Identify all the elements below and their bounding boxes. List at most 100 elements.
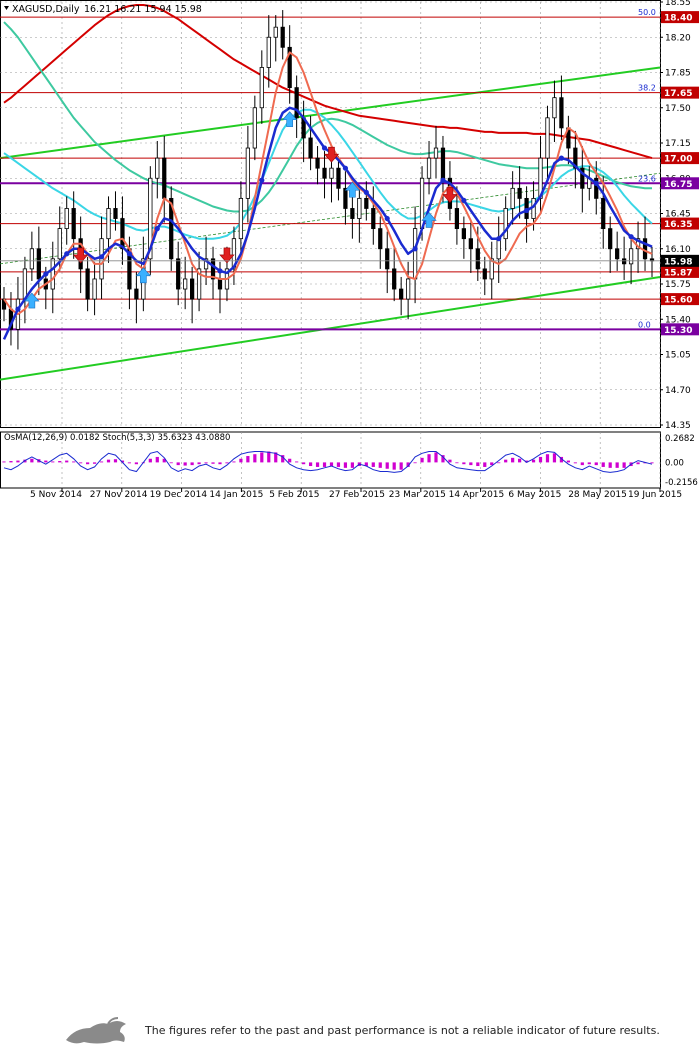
osma-bar xyxy=(127,462,132,464)
signal-dot xyxy=(217,268,223,274)
osma-bar xyxy=(531,459,536,463)
price-chart: 18.5518.2017.8517.5017.1516.8016.4516.10… xyxy=(0,0,699,500)
candle-body xyxy=(642,238,648,260)
candle-body xyxy=(399,288,404,300)
candle-body xyxy=(266,36,271,68)
osma-bar xyxy=(329,462,334,467)
price-tick-label: 17.85 xyxy=(665,69,691,79)
osma-bar xyxy=(65,460,69,463)
candle-body xyxy=(440,147,446,179)
bull-logo-icon xyxy=(66,1017,126,1044)
candle-body xyxy=(85,268,90,300)
candle-body xyxy=(454,208,460,230)
signal-dot xyxy=(593,180,599,186)
indicator-tick-label: 0.00 xyxy=(665,458,684,468)
candle-body xyxy=(294,87,299,119)
osma-bar xyxy=(58,461,62,463)
x-axis-label: 27 Nov 2014 xyxy=(90,490,148,500)
osma-bar xyxy=(9,461,13,463)
candle-body xyxy=(517,187,522,199)
osma-bar xyxy=(92,462,97,464)
candle-body xyxy=(29,248,34,270)
disclaimer-text: The figures refer to the past and past p… xyxy=(145,1024,660,1037)
osma-bar xyxy=(434,452,438,463)
osma-bar xyxy=(218,462,222,465)
level-label: 17.00 xyxy=(664,155,692,165)
candle-body xyxy=(412,228,418,280)
osma-bar xyxy=(253,454,257,463)
osma-bar xyxy=(636,462,640,465)
osma-bar xyxy=(587,462,591,465)
price-tick-label: 14.35 xyxy=(665,421,691,431)
price-tick-label: 18.20 xyxy=(665,33,691,43)
osma-bar xyxy=(267,451,271,463)
candle-body xyxy=(64,208,69,230)
osma-bar xyxy=(295,461,299,463)
osma-bar xyxy=(134,462,138,465)
level-label: 15.30 xyxy=(664,326,692,336)
signal-dot xyxy=(496,236,502,242)
osma-bar xyxy=(79,462,83,464)
osma-bar xyxy=(552,453,557,463)
candle-body xyxy=(357,197,362,219)
osma-bar xyxy=(260,452,264,463)
signal-dot xyxy=(259,177,265,183)
osma-bar xyxy=(190,462,194,466)
osma-bar xyxy=(497,462,501,464)
indicator-label: OsMA(12,26,9) 0.0182 Stoch(5,3,3) 35.632… xyxy=(4,433,230,443)
osma-bar xyxy=(601,462,605,467)
candle-body xyxy=(155,157,160,179)
osma-bar xyxy=(566,460,570,463)
candle-body xyxy=(217,278,223,290)
osma-bar xyxy=(476,462,480,467)
candle-body xyxy=(426,157,432,179)
osma-bar xyxy=(392,462,396,470)
x-axis-label: 28 May 2015 xyxy=(568,490,627,500)
level-label: 15.60 xyxy=(664,296,692,306)
osma-bar xyxy=(413,462,417,464)
osma-bar xyxy=(232,461,236,463)
osma-bar xyxy=(650,462,654,464)
osma-bar xyxy=(106,459,111,463)
osma-bar xyxy=(322,462,327,467)
candle-body xyxy=(461,228,466,240)
candle-body xyxy=(350,208,355,219)
osma-bar xyxy=(44,460,48,463)
signal-dot xyxy=(628,234,634,240)
osma-bar xyxy=(16,460,20,463)
osma-bar xyxy=(580,462,584,466)
osma-bar xyxy=(169,462,173,464)
signal-dot xyxy=(98,254,105,260)
signal-dot xyxy=(523,207,530,214)
osma-bar xyxy=(51,461,55,463)
signal-dot xyxy=(558,155,565,161)
chart-area: 18.5518.2017.8517.5017.1516.8016.4516.10… xyxy=(0,0,700,552)
candle-body xyxy=(162,157,167,199)
osma-bar xyxy=(148,458,152,463)
osma-bar xyxy=(72,461,76,463)
osma-bar xyxy=(455,462,459,464)
osma-bar xyxy=(615,462,619,468)
candle-body xyxy=(315,157,320,169)
candle-body xyxy=(378,228,383,250)
x-axis-label: 19 Jun 2015 xyxy=(628,490,682,500)
osma-bar xyxy=(608,462,612,468)
osma-bar xyxy=(511,457,515,463)
candle-body xyxy=(322,167,327,179)
candle-body xyxy=(385,248,390,270)
osma-bar xyxy=(113,459,118,463)
x-axis-label: 14 Apr 2015 xyxy=(449,490,505,500)
candle-body xyxy=(552,97,557,119)
candle-body xyxy=(71,208,76,240)
candle-body xyxy=(392,268,397,290)
candle-body xyxy=(559,97,564,129)
signal-dot xyxy=(461,197,467,204)
price-tick-label: 15.75 xyxy=(665,280,691,290)
current-price-label: 15.98 xyxy=(664,257,692,267)
fib-label: 50.0 xyxy=(638,8,656,17)
osma-bar xyxy=(371,462,375,467)
osma-bar xyxy=(246,456,250,463)
candle-body xyxy=(475,248,480,270)
candle-body xyxy=(496,238,501,260)
osma-bar xyxy=(197,462,201,465)
